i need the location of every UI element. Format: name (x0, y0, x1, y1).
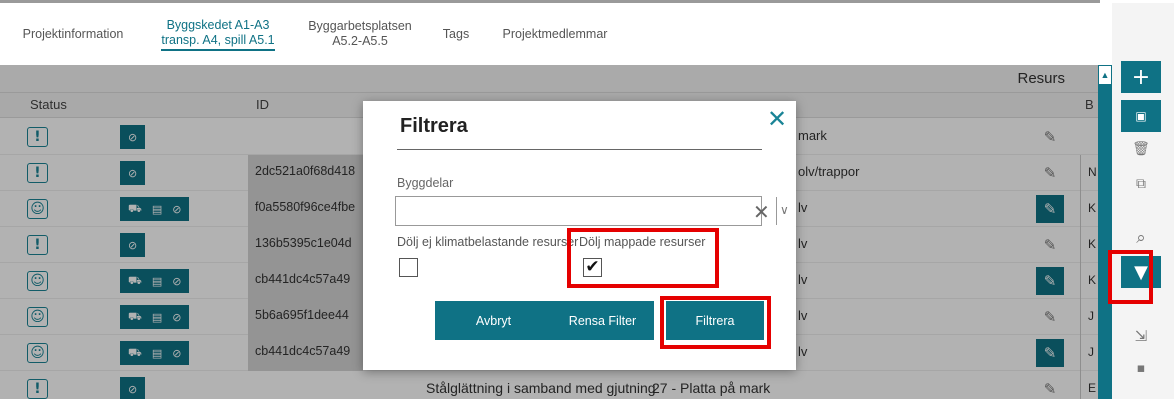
tab-bar: Projektinformation Byggskedet A1-A3 tran… (0, 3, 1100, 65)
highlight-mappade-checkbox (567, 228, 719, 288)
byggdelar-label: Byggdelar (397, 176, 454, 190)
title-divider (397, 149, 762, 150)
cancel-button[interactable]: Avbryt (435, 301, 552, 340)
dialog-title: Filtrera (400, 115, 468, 137)
app-window: Projektinformation Byggskedet A1-A3 tran… (0, 0, 1174, 399)
clear-icon[interactable]: ✕ (753, 200, 770, 224)
tab-projektmedlemmar[interactable]: Projektmedlemmar (490, 3, 620, 65)
tab-label: Projektmedlemmar (502, 26, 608, 41)
chevron-down-icon[interactable]: ∨ (780, 203, 789, 217)
tab-label: Tags (442, 26, 470, 41)
tab-label: Projektinformation (22, 26, 124, 41)
close-icon[interactable]: ✕ (767, 105, 787, 133)
tab-label-line2: A5.2-A5.5 (332, 34, 388, 48)
tab-label-line2: transp. A4, spill A5.1 (161, 33, 275, 51)
highlight-filter-button (1108, 250, 1153, 304)
checkbox-klimat[interactable] (399, 258, 418, 277)
select-divider (776, 197, 777, 225)
export-icon[interactable]: ⇲ (1121, 320, 1161, 352)
byggdelar-select[interactable]: ✕ ∨ (395, 196, 789, 226)
tab-label-line1: Byggskedet A1-A3 (166, 17, 270, 32)
copy-icon[interactable]: ⧉ (1121, 168, 1161, 200)
tab-tags[interactable]: Tags (437, 3, 475, 65)
highlight-filtrera-button (660, 296, 771, 349)
tab-projektinformation[interactable]: Projektinformation (12, 3, 134, 65)
tab-byggarbetsplatsen[interactable]: Byggarbetsplatsen A5.2-A5.5 (300, 3, 420, 65)
vertical-scrollbar[interactable] (1098, 65, 1112, 399)
plus-icon[interactable]: + (1121, 61, 1161, 93)
clear-filter-button[interactable]: Rensa Filter (551, 301, 654, 340)
tab-label-line1: Byggarbetsplatsen (308, 19, 412, 33)
checkbox-klimat-label: Dölj ej klimatbelastande resurser (397, 235, 579, 249)
tab-byggskedet[interactable]: Byggskedet A1-A3 transp. A4, spill A5.1 (148, 3, 288, 65)
trash-icon[interactable]: 🗑 (1121, 133, 1161, 165)
scroll-up-icon[interactable]: ▲ (1098, 65, 1112, 85)
folder-plus-icon[interactable]: ▣ (1121, 100, 1161, 132)
folder-icon[interactable]: ▪ (1121, 352, 1161, 384)
